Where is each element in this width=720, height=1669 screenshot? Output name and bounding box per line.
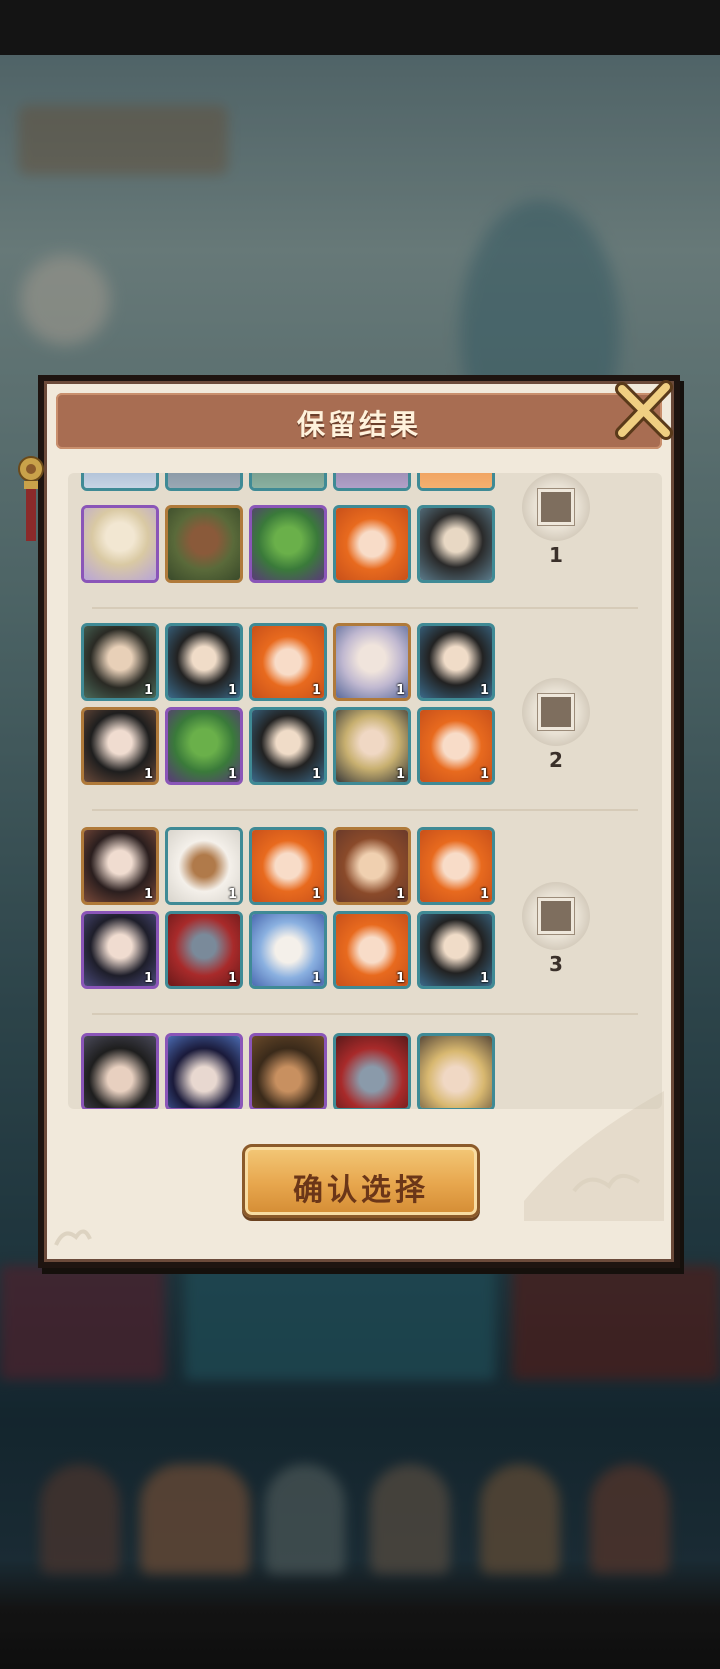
hero-avatar[interactable]: 1 xyxy=(333,911,411,989)
option-label-2: 2 xyxy=(549,748,563,772)
confirm-selection-button[interactable]: 确认选择 xyxy=(242,1144,480,1218)
hero-avatar[interactable]: 1 xyxy=(249,623,327,701)
hero-level: 1 xyxy=(227,971,237,986)
hero-avatar[interactable] xyxy=(249,505,327,583)
hero-level: 1 xyxy=(479,971,489,986)
option-label-3: 3 xyxy=(549,952,563,976)
hero-avatar[interactable]: 1 xyxy=(249,707,327,785)
hero-level: 1 xyxy=(395,971,405,986)
result-group-3: 1 1 1 1 1 1 1 1 1 1 3 xyxy=(68,827,662,1015)
result-list[interactable]: 1 1 1 1 1 1 1 1 1 1 1 2 1 1 1 1 1 1 1 1 … xyxy=(68,473,662,1109)
hero-avatar[interactable]: 1 xyxy=(165,623,243,701)
tassel-knot-icon xyxy=(18,456,44,541)
hero-avatar[interactable] xyxy=(249,1033,327,1109)
hero-avatar[interactable] xyxy=(333,505,411,583)
hero-avatar[interactable] xyxy=(81,505,159,583)
close-icon[interactable] xyxy=(608,375,680,447)
hero-level: 1 xyxy=(479,887,489,902)
hero-level: 1 xyxy=(227,683,237,698)
hero-avatar[interactable] xyxy=(165,1033,243,1109)
hero-avatar[interactable]: 1 xyxy=(81,911,159,989)
retain-checkbox-2[interactable] xyxy=(522,678,590,746)
hero-level: 1 xyxy=(143,683,153,698)
dialog-header: 保留结果 xyxy=(56,393,662,449)
hero-avatar[interactable]: 1 xyxy=(165,707,243,785)
group-divider xyxy=(92,607,638,609)
hero-level: 1 xyxy=(311,971,321,986)
hero-level: 1 xyxy=(395,887,405,902)
dialog-title: 保留结果 xyxy=(296,408,421,441)
hero-avatar[interactable] xyxy=(417,1033,495,1109)
hero-avatar[interactable]: 1 xyxy=(249,911,327,989)
result-group-2: 1 1 1 1 1 1 1 1 1 1 2 xyxy=(68,623,662,811)
retain-checkbox-1[interactable] xyxy=(522,473,590,541)
hero-level: 1 xyxy=(311,683,321,698)
hero-avatar[interactable]: 1 xyxy=(333,623,411,701)
hero-level: 1 xyxy=(479,767,489,782)
hero-avatar[interactable]: 1 xyxy=(81,827,159,905)
hero-avatar[interactable]: 1 xyxy=(81,623,159,701)
hero-avatar[interactable]: 1 xyxy=(165,827,243,905)
hero-avatar[interactable]: 1 xyxy=(81,707,159,785)
result-group-1: 1 xyxy=(68,473,662,609)
hero-level: 1 xyxy=(227,887,237,902)
cloud-decoration xyxy=(524,1091,664,1221)
hero-avatar[interactable]: 1 xyxy=(417,827,495,905)
confirm-selection-label: 确认选择 xyxy=(293,1173,429,1208)
hero-level: 1 xyxy=(479,683,489,698)
hero-avatar[interactable] xyxy=(333,1033,411,1109)
hero-avatar[interactable]: 1 xyxy=(333,827,411,905)
option-label-1: 1 xyxy=(549,543,563,567)
hero-level: 1 xyxy=(143,767,153,782)
hero-level: 1 xyxy=(311,887,321,902)
hero-avatar[interactable]: 1 xyxy=(165,911,243,989)
hero-avatar[interactable] xyxy=(165,505,243,583)
hero-level: 1 xyxy=(395,683,405,698)
hero-level: 1 xyxy=(143,887,153,902)
cloud-decoration xyxy=(54,1229,92,1246)
hero-level: 1 xyxy=(143,971,153,986)
hero-level: 1 xyxy=(227,767,237,782)
hero-avatar[interactable]: 1 xyxy=(333,707,411,785)
hero-level: 1 xyxy=(395,767,405,782)
hero-avatar[interactable] xyxy=(417,505,495,583)
group-divider xyxy=(92,809,638,811)
hero-avatar[interactable] xyxy=(81,1033,159,1109)
group-divider xyxy=(92,1013,638,1015)
hero-avatar[interactable]: 1 xyxy=(417,911,495,989)
hero-avatar[interactable]: 1 xyxy=(417,707,495,785)
hero-avatar[interactable]: 1 xyxy=(417,623,495,701)
hero-level: 1 xyxy=(311,767,321,782)
hero-avatar[interactable]: 1 xyxy=(249,827,327,905)
retain-result-dialog: 保留结果 1 1 1 1 1 1 1 1 1 1 1 2 1 1 1 1 1 1… xyxy=(18,375,680,1268)
retain-checkbox-3[interactable] xyxy=(522,882,590,950)
